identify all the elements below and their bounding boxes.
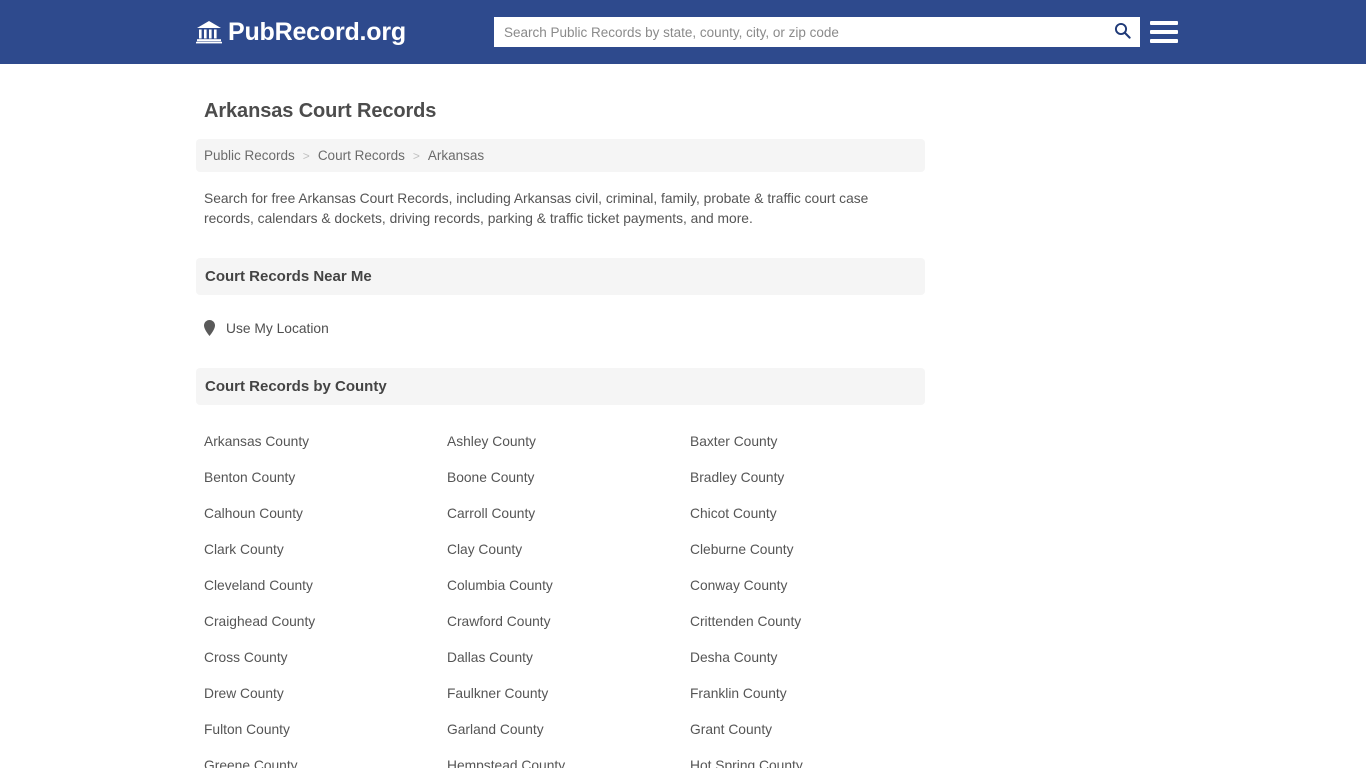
county-link[interactable]: Cross County [204,640,447,676]
county-link[interactable]: Fulton County [204,712,447,748]
content-container: Arkansas Court Records Public Records > … [196,100,925,768]
breadcrumb-item-court-records[interactable]: Court Records [318,148,405,163]
hamburger-menu-icon[interactable] [1150,18,1178,46]
section-title-near-me: Court Records Near Me [205,268,372,285]
page-content: Arkansas Court Records Public Records > … [0,64,1366,768]
section-header-near-me: Court Records Near Me [196,258,925,295]
page-title: Arkansas Court Records [204,100,437,122]
map-pin-icon [204,320,215,336]
search-button[interactable] [1110,20,1134,44]
breadcrumb-item-arkansas: Arkansas [427,148,485,163]
county-link[interactable]: Craighead County [204,604,447,640]
breadcrumb-item-public-records[interactable]: Public Records [204,148,295,163]
breadcrumb-separator: > [412,148,420,163]
section-title-by-county: Court Records by County [205,378,387,395]
county-link[interactable]: Ashley County [447,424,690,460]
breadcrumb: Public Records > Court Records > Arkansa… [196,139,925,172]
county-link[interactable]: Faulkner County [447,676,690,712]
county-link[interactable]: Grant County [690,712,933,748]
county-list: Arkansas County Ashley County Baxter Count… [196,424,925,768]
county-link[interactable]: Crittenden County [690,604,933,640]
county-link[interactable]: Hot Spring County [690,748,933,768]
county-link[interactable]: Bradley County [690,460,933,496]
county-link[interactable]: Dallas County [447,640,690,676]
county-link[interactable]: Chicot County [690,496,933,532]
search-icon [1114,22,1131,42]
use-my-location-row[interactable]: Use My Location [196,317,925,339]
county-link[interactable]: Clay County [447,532,690,568]
county-link[interactable]: Cleburne County [690,532,933,568]
county-link[interactable]: Carroll County [447,496,690,532]
county-link[interactable]: Boone County [447,460,690,496]
search-bar [494,17,1140,47]
county-link[interactable]: Arkansas County [204,424,447,460]
county-link[interactable]: Desha County [690,640,933,676]
county-link[interactable]: Baxter County [690,424,933,460]
county-link[interactable]: Benton County [204,460,447,496]
county-link[interactable]: Drew County [204,676,447,712]
county-link[interactable]: Greene County [204,748,447,768]
search-input[interactable] [504,19,1110,45]
county-link[interactable]: Cleveland County [204,568,447,604]
site-logo-link[interactable]: PubRecord.org [196,17,406,46]
county-link[interactable]: Clark County [204,532,447,568]
use-my-location-label[interactable]: Use My Location [226,321,329,336]
site-header: PubRecord.org [0,0,1366,64]
county-link[interactable]: Conway County [690,568,933,604]
county-link[interactable]: Hempstead County [447,748,690,768]
section-header-by-county: Court Records by County [196,368,925,405]
bank-building-icon [196,20,222,44]
page-description: Search for free Arkansas Court Records, … [204,191,869,226]
county-link[interactable]: Columbia County [447,568,690,604]
county-link[interactable]: Garland County [447,712,690,748]
county-link[interactable]: Crawford County [447,604,690,640]
site-logo-text: PubRecord.org [228,17,406,46]
county-link[interactable]: Calhoun County [204,496,447,532]
breadcrumb-separator: > [302,148,310,163]
county-link[interactable]: Franklin County [690,676,933,712]
